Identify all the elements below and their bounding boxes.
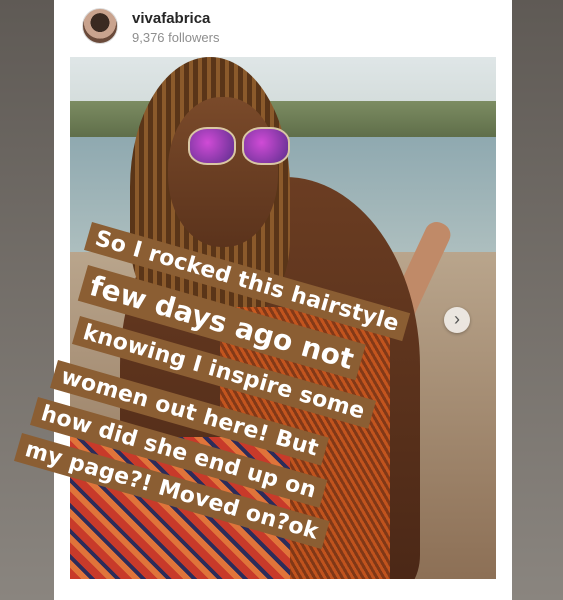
background-right (509, 0, 563, 600)
post-header: vivafabrica 9,376 followers (54, 0, 512, 56)
profile-avatar[interactable] (82, 8, 118, 44)
background-left (0, 0, 54, 600)
follower-count: 9,376 followers (132, 30, 220, 45)
chevron-right-icon[interactable]: › (444, 307, 470, 333)
instagram-post-card: vivafabrica 9,376 followers › (54, 0, 512, 600)
post-photo[interactable]: › (70, 57, 496, 579)
sunglasses-icon (188, 127, 236, 165)
plaid-shirt (70, 437, 290, 579)
profile-username[interactable]: vivafabrica (132, 10, 210, 27)
face (168, 97, 278, 247)
